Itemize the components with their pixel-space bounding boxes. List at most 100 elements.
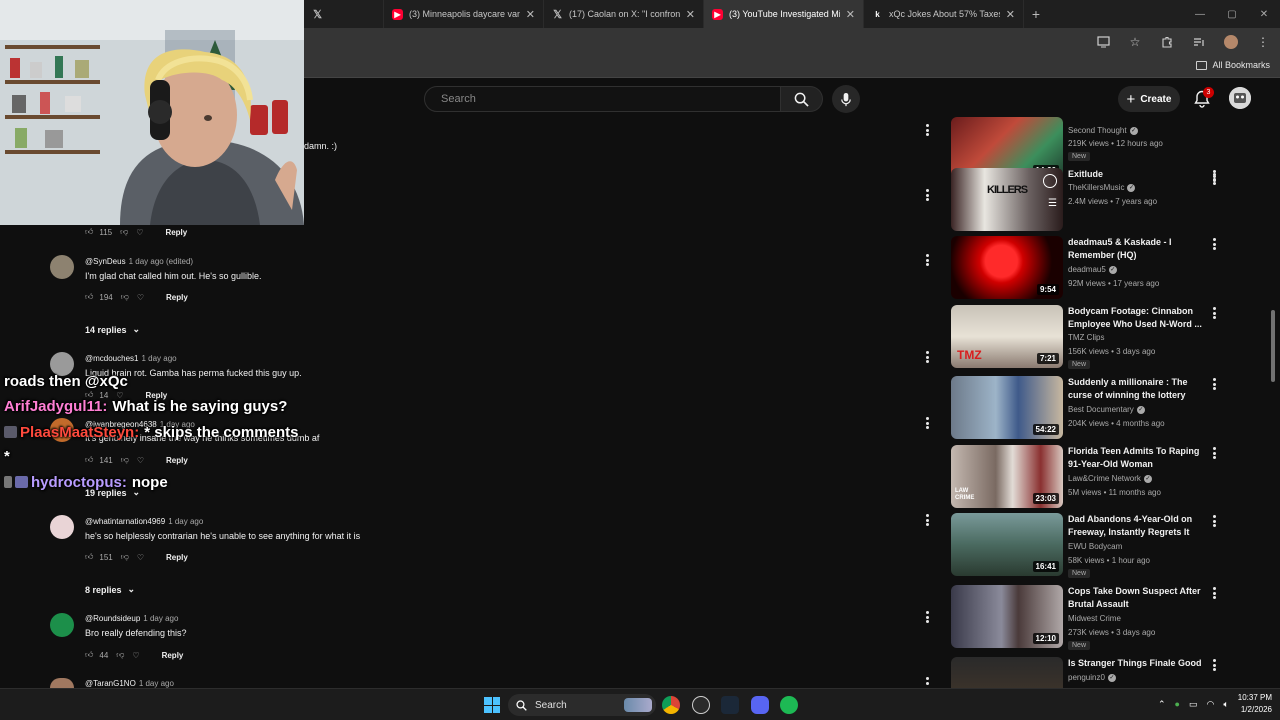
profile-avatar-icon[interactable] (1222, 33, 1240, 51)
video-channel[interactable]: TheKillersMusic ✓ (1068, 183, 1136, 192)
comment-menu-icon[interactable] (922, 416, 932, 430)
browser-tab-4[interactable]: k xQc Jokes About 57% Taxes in ✕ (864, 0, 1024, 28)
browser-menu-icon[interactable]: ⋮ (1254, 33, 1272, 51)
video-menu-icon[interactable] (1209, 586, 1219, 600)
watch-later-icon[interactable] (1043, 174, 1057, 188)
install-app-icon[interactable] (1094, 33, 1112, 51)
video-channel[interactable]: Second Thought ✓ (1068, 126, 1138, 135)
avatar[interactable] (50, 678, 74, 688)
page-scrollbar[interactable] (1271, 310, 1275, 382)
close-tab-icon[interactable]: ✕ (1006, 8, 1015, 21)
new-tab-button[interactable]: + (1024, 2, 1048, 26)
like-button[interactable]: 👍︎ 141 (85, 455, 113, 465)
search-button[interactable] (781, 86, 823, 112)
video-thumbnail[interactable]: 16:41 (951, 513, 1063, 576)
recommended-video[interactable]: Is Stranger Things Finale Good penguinz0… (951, 657, 1251, 688)
heart-icon[interactable]: ♡ (132, 651, 139, 660)
close-tab-icon[interactable]: ✕ (526, 8, 535, 21)
comment-menu-icon[interactable] (922, 676, 932, 686)
comment-time[interactable]: 1 day ago (139, 679, 174, 688)
heart-icon[interactable]: ♡ (137, 553, 144, 562)
video-menu-icon[interactable] (1209, 446, 1219, 460)
voice-search-button[interactable] (832, 85, 860, 113)
microphone-tray-icon[interactable]: ● (1175, 699, 1180, 709)
video-thumbnail[interactable] (951, 657, 1063, 688)
comment-menu-icon[interactable] (922, 350, 932, 364)
start-button-icon[interactable] (484, 697, 500, 713)
comment-author[interactable]: @whatintarnation4969 (85, 517, 165, 526)
video-title[interactable]: Suddenly a millionaire : The curse of wi… (1068, 376, 1204, 402)
reply-button[interactable]: Reply (166, 553, 188, 562)
like-button[interactable]: 👍︎ 115 (85, 227, 112, 237)
minimize-icon[interactable]: — (1184, 0, 1216, 28)
video-menu-icon[interactable] (1209, 377, 1219, 391)
replies-toggle[interactable]: 14 replies ⌄ (85, 324, 140, 335)
video-channel[interactable]: Best Documentary ✓ (1068, 405, 1145, 414)
video-menu-icon[interactable] (1209, 306, 1219, 320)
video-title[interactable]: Dad Abandons 4-Year-Old on Freeway, Inst… (1068, 513, 1204, 539)
browser-tab-0[interactable]: 𝕏 (304, 0, 384, 28)
close-window-icon[interactable]: ✕ (1248, 0, 1280, 28)
video-thumbnail[interactable]: 12:10 (951, 585, 1063, 648)
comment-time[interactable]: 1 day ago (edited) (129, 257, 194, 266)
chrome-icon[interactable] (662, 696, 680, 714)
all-bookmarks-button[interactable]: All Bookmarks (1196, 60, 1270, 70)
browser-tab-2[interactable]: 𝕏 (17) Caolan on X: "I confronted ✕ (544, 0, 704, 28)
reply-button[interactable]: Reply (166, 456, 188, 465)
close-tab-icon[interactable]: ✕ (846, 8, 855, 21)
search-input[interactable]: Search (424, 86, 781, 112)
bookmark-star-icon[interactable]: ☆ (1126, 33, 1144, 51)
extensions-icon[interactable] (1158, 33, 1176, 51)
video-title[interactable]: deadmau5 & Kaskade - I Remember (HQ) (1068, 236, 1204, 262)
close-tab-icon[interactable]: ✕ (686, 8, 695, 21)
comment-time[interactable]: 1 day ago (141, 354, 176, 363)
comment-time[interactable]: 1 day ago (143, 614, 178, 623)
like-button[interactable]: 👍︎ 151 (85, 552, 113, 562)
video-menu-icon[interactable] (1209, 237, 1219, 251)
dislike-button[interactable]: 👎︎ (121, 552, 129, 562)
video-thumbnail[interactable]: TMZ 7:21 (951, 305, 1063, 368)
dislike-button[interactable]: 👎︎ (121, 455, 129, 465)
clock[interactable]: 10:37 PM 1/2/2026 (1238, 692, 1272, 716)
video-title[interactable]: Florida Teen Admits To Raping 91-Year-Ol… (1068, 445, 1204, 471)
volume-icon[interactable]: 🔈︎ (1223, 699, 1228, 710)
video-menu-icon[interactable] (1209, 658, 1219, 672)
dislike-button[interactable]: 👎︎ (121, 292, 129, 302)
create-button[interactable]: + Create (1118, 86, 1180, 112)
heart-icon[interactable]: ♡ (136, 228, 143, 237)
taskbar-search[interactable]: Search (508, 694, 656, 716)
video-channel[interactable]: TMZ Clips (1068, 333, 1104, 342)
video-channel[interactable]: EWU Bodycam (1068, 542, 1122, 551)
video-channel[interactable]: Midwest Crime (1068, 614, 1121, 623)
comment-menu-icon[interactable] (922, 123, 932, 137)
avatar[interactable] (50, 613, 74, 637)
reply-button[interactable]: Reply (166, 293, 188, 302)
browser-tab-3[interactable]: ▶ (3) YouTube Investigated Minn ✕ (704, 0, 864, 28)
comment-time[interactable]: 1 day ago (168, 517, 203, 526)
video-thumbnail[interactable]: KILLERS ☰ (951, 168, 1063, 231)
dislike-button[interactable]: 👎︎ (120, 227, 128, 237)
account-avatar[interactable] (1229, 87, 1251, 109)
recommended-video[interactable]: 12:10 Cops Take Down Suspect After Bruta… (951, 585, 1251, 650)
comment-menu-icon[interactable] (922, 188, 932, 202)
video-thumbnail[interactable]: 9:54 (951, 236, 1063, 299)
media-controls-icon[interactable] (1190, 33, 1208, 51)
spotify-icon[interactable] (780, 696, 798, 714)
reply-button[interactable]: Reply (162, 651, 184, 660)
avatar[interactable] (50, 515, 74, 539)
video-title[interactable] (1068, 111, 1204, 119)
recommended-video[interactable]: 9:54 deadmau5 & Kaskade - I Remember (HQ… (951, 236, 1251, 300)
comment-author[interactable]: @TaranG1NO (85, 679, 136, 688)
video-menu-icon[interactable] (1209, 169, 1219, 183)
video-thumbnail[interactable]: 54:22 (951, 376, 1063, 439)
recommended-video[interactable]: KILLERS ☰ Exitlude TheKillersMusic ✓ 2.4M… (951, 168, 1251, 232)
comment-author[interactable]: @mcdouches1 (85, 354, 138, 363)
recommended-video[interactable]: TMZ 7:21 Bodycam Footage: Cinnabon Emplo… (951, 305, 1251, 369)
video-thumbnail[interactable]: LAW CRIME 23:03 (951, 445, 1063, 508)
recommended-video[interactable]: LAW CRIME 23:03 Florida Teen Admits To Ra… (951, 445, 1251, 509)
discord-icon[interactable] (751, 696, 769, 714)
reply-button[interactable]: Reply (165, 228, 187, 237)
video-title[interactable]: Cops Take Down Suspect After Brutal Assa… (1068, 585, 1204, 611)
comment-author[interactable]: @SynDeus (85, 257, 126, 266)
recommended-video[interactable]: 54:22 Suddenly a millionaire : The curse… (951, 376, 1251, 440)
